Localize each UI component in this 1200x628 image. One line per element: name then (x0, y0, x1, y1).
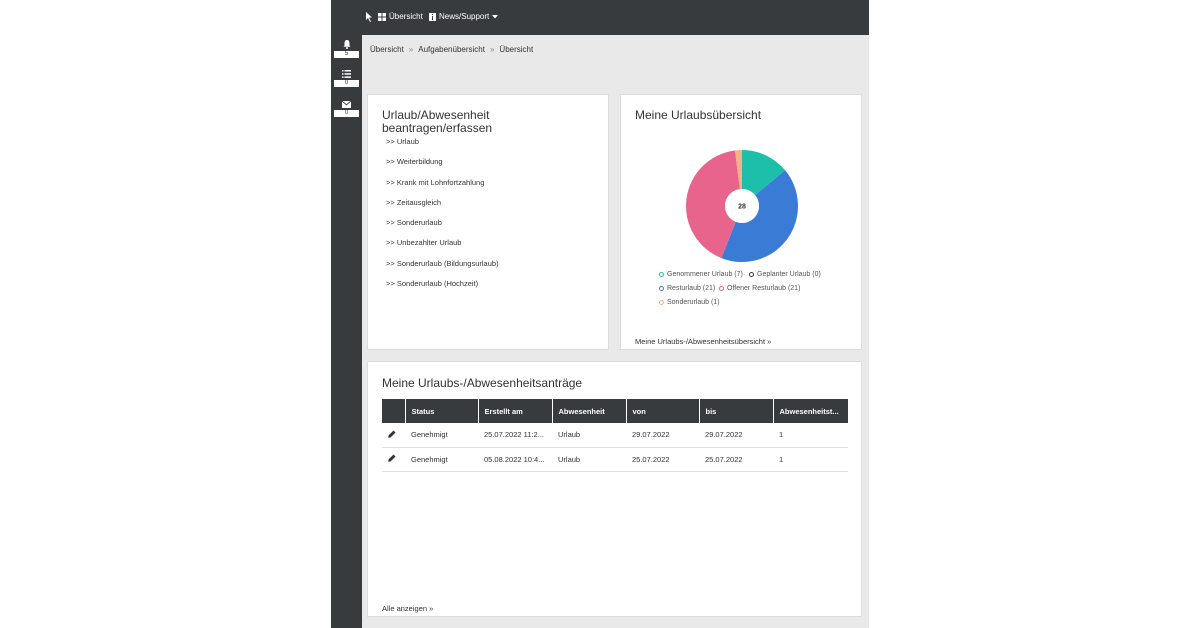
legend-item-special[interactable]: Sonderurlaub (1) (659, 299, 720, 306)
column-header-absence-days[interactable]: Abwesenheitst... (773, 399, 848, 423)
legend-dot (659, 300, 664, 305)
column-header-status[interactable]: Status (405, 399, 479, 423)
table-row: Genehmigt 05.08.2022 10:4... Urlaub 25.0… (382, 447, 848, 472)
cell-created: 25.07.2022 11:2... (478, 423, 552, 448)
cell-status: Genehmigt (405, 423, 478, 448)
link-unpaid-leave[interactable]: >> Unbezahlter Urlaub (386, 238, 499, 258)
table-header-row: Status Erstellt am Abwesenheit von bis A… (382, 399, 848, 423)
nav-overview-label: Übersicht (389, 12, 423, 21)
grid-icon (378, 12, 386, 21)
cell-from: 29.07.2022 (626, 423, 699, 448)
column-header-from[interactable]: von (626, 399, 700, 423)
donut-center-total: 28 (738, 204, 746, 211)
cell-days: 1 (773, 447, 848, 472)
cell-from: 25.07.2022 (626, 447, 699, 472)
column-header-actions (382, 399, 406, 423)
link-training[interactable]: >> Weiterbildung (386, 157, 499, 177)
tasks-count-badge: 0 (334, 80, 359, 87)
column-header-to[interactable]: bis (699, 399, 774, 423)
nav-news-support-dropdown[interactable]: News/Support (429, 12, 499, 21)
legend-dot (659, 272, 664, 277)
legend-item-planned[interactable]: Geplanter Urlaub (0) (749, 271, 821, 278)
breadcrumb-item-task-overview[interactable]: Aufgabenübersicht (418, 45, 485, 54)
sidebar-tasks-button[interactable]: 0 (334, 70, 359, 87)
pencil-icon (388, 430, 396, 438)
legend-item-open-remaining[interactable]: Offener Resturlaub (21) (719, 285, 800, 292)
breadcrumb-separator: » (408, 45, 414, 54)
cell-absence: Urlaub (552, 423, 626, 448)
cell-absence: Urlaub (552, 447, 626, 472)
app-window: Übersicht News/Support 5 0 0 Übersicht »… (331, 0, 869, 628)
request-card-title-line2: beantragen/erfassen (382, 121, 493, 135)
nav-news-support-label: News/Support (439, 12, 490, 21)
legend-dot (659, 286, 664, 291)
link-sick-paid[interactable]: >> Krank mit Lohnfortzahlung (386, 178, 499, 198)
legend-label: Sonderurlaub (1) (667, 299, 720, 306)
column-header-created[interactable]: Erstellt am (478, 399, 553, 423)
cell-to: 25.07.2022 (699, 447, 773, 472)
table-row: Genehmigt 25.07.2022 11:2... Urlaub 29.0… (382, 423, 848, 448)
caret-down-icon (492, 14, 499, 18)
absence-requests-card: Meine Urlaubs-/Abwesenheitsanträge Statu… (367, 361, 862, 617)
cursor-icon (366, 12, 373, 22)
messages-count-badge: 0 (334, 110, 359, 117)
legend-label: Genommener Urlaub (7) (667, 271, 743, 278)
sidebar: 5 0 0 (331, 35, 362, 628)
cell-to: 29.07.2022 (699, 423, 773, 448)
legend-dot (719, 286, 724, 291)
bell-icon (343, 40, 350, 49)
nav-overview-link[interactable]: Übersicht (378, 12, 423, 21)
column-header-absence[interactable]: Abwesenheit (552, 399, 627, 423)
link-vacation[interactable]: >> Urlaub (386, 137, 499, 157)
legend-label: Resturlaub (21) (667, 285, 716, 292)
pencil-icon (388, 454, 396, 462)
cell-days: 1 (773, 423, 848, 448)
legend-label: Offener Resturlaub (21) (727, 285, 801, 292)
vacation-donut-chart: 28 (686, 150, 798, 262)
requests-table: Status Erstellt am Abwesenheit von bis A… (382, 399, 848, 472)
link-special-leave[interactable]: >> Sonderurlaub (386, 218, 499, 238)
info-icon (429, 12, 436, 21)
overview-card-title: Meine Urlaubsübersicht (635, 108, 762, 122)
cell-created: 05.08.2022 10:4... (478, 447, 552, 472)
legend-label: Geplanter Urlaub (0) (757, 271, 821, 278)
legend-item-taken[interactable]: Genommener Urlaub (7) (659, 271, 743, 278)
breadcrumb-item-overview[interactable]: Übersicht (370, 45, 404, 54)
top-navigation-bar: Übersicht News/Support (331, 0, 869, 35)
sidebar-notifications-button[interactable]: 5 (334, 40, 359, 58)
legend-dot (749, 272, 754, 277)
link-time-compensation[interactable]: >> Zeitausgleich (386, 198, 499, 218)
absence-type-link-list: >> Urlaub >> Weiterbildung >> Krank mit … (386, 137, 499, 299)
request-absence-card: Urlaub/Abwesenheit beantragen/erfassen >… (367, 94, 609, 350)
cell-status: Genehmigt (405, 447, 478, 472)
link-special-leave-education[interactable]: >> Sonderurlaub (Bildungsurlaub) (386, 259, 499, 279)
list-icon (342, 70, 351, 78)
notifications-count-badge: 5 (334, 51, 359, 58)
legend-item-remaining[interactable]: Resturlaub (21) (659, 285, 715, 292)
breadcrumb-item-current: Übersicht (499, 45, 534, 54)
show-all-requests-link[interactable]: Alle anzeigen » (382, 604, 433, 613)
edit-button[interactable] (382, 447, 405, 472)
link-special-leave-wedding[interactable]: >> Sonderurlaub (Hochzeit) (386, 279, 499, 299)
vacation-overview-card: Meine Urlaubsübersicht 28 Genommener Url… (620, 94, 862, 350)
breadcrumb-separator: » (489, 45, 495, 54)
requests-card-title: Meine Urlaubs-/Abwesenheitsanträge (382, 376, 583, 390)
overview-details-link[interactable]: Meine Urlaubs-/Abwesenheitsübersicht » (635, 337, 771, 346)
edit-button[interactable] (382, 423, 405, 448)
sidebar-messages-button[interactable]: 0 (334, 101, 359, 117)
breadcrumb: Übersicht » Aufgabenübersicht » Übersich… (370, 45, 533, 54)
envelope-icon (342, 101, 351, 108)
